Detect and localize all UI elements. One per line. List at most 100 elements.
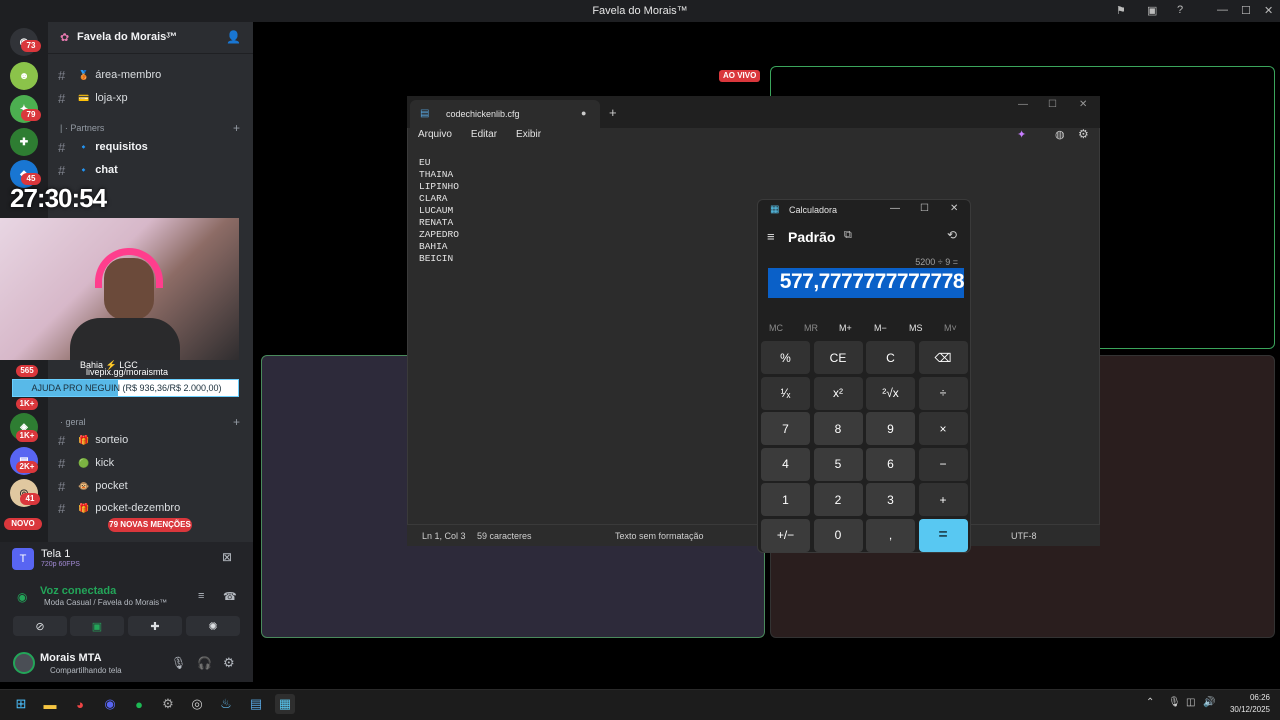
mc-button[interactable]: MC (769, 323, 783, 333)
maximize-icon[interactable]: ☐ (1241, 4, 1251, 17)
taskbar-date[interactable]: 30/12/2025 (1216, 705, 1270, 714)
key-five-button[interactable]: 5 (813, 447, 863, 481)
inbox-icon[interactable]: ⚑ (1116, 4, 1126, 17)
category-partners[interactable]: | · Partners (60, 123, 104, 133)
key-one-button[interactable]: 1 (761, 483, 810, 516)
calc-result[interactable]: 577,7777777777778 (768, 270, 965, 294)
key-eight-button[interactable]: 8 (813, 412, 863, 445)
channel-item[interactable]: # 🎁 sorteio (58, 430, 128, 450)
key-square-button[interactable]: x² (813, 376, 863, 410)
key-zero-button[interactable]: 0 (813, 518, 863, 552)
m-plus-button[interactable]: M+ (839, 323, 852, 333)
channel-item[interactable]: # 🥉 área-membro (58, 65, 161, 85)
key-nine-button[interactable]: 9 (866, 412, 915, 445)
hamburger-menu-icon[interactable]: ≡ (767, 229, 775, 244)
minimize-icon[interactable]: — (1018, 99, 1028, 110)
taskbar-time[interactable]: 06:26 (1236, 693, 1270, 702)
stop-stream-icon[interactable]: ⊠ (222, 550, 232, 564)
key-equals-button[interactable]: = (918, 518, 968, 552)
category-geral[interactable]: · geral (60, 417, 86, 427)
key-ce-button[interactable]: CE (813, 341, 863, 374)
channel-item[interactable]: # 🔹 requisitos (58, 137, 148, 157)
close-icon[interactable]: ✕ (950, 203, 958, 214)
file-explorer-icon[interactable]: ▬ (40, 694, 60, 714)
maximize-icon[interactable]: ☐ (920, 203, 929, 214)
add-friend-icon[interactable]: 👤 (226, 30, 241, 44)
key-backspace-button[interactable]: ⌫ (918, 341, 968, 374)
channel-item[interactable]: # 🐵 pocket (58, 476, 128, 496)
activities-button[interactable]: ✚ (128, 616, 182, 636)
close-icon[interactable]: ✕ (1264, 4, 1273, 17)
menu-arquivo[interactable]: Arquivo (418, 129, 452, 140)
maximize-icon[interactable]: ☐ (1048, 99, 1057, 110)
menu-editar[interactable]: Editar (471, 129, 497, 140)
server-header[interactable]: ✿ Favela do Morais™ ⌄ 👤 (48, 22, 253, 54)
key-two-button[interactable]: 2 (813, 483, 863, 516)
settings-gear-icon[interactable]: ⚙ (223, 655, 235, 671)
calculator-task-icon[interactable]: ▦ (275, 694, 295, 714)
notepad-task-icon[interactable]: ▤ (246, 694, 266, 714)
notepad-text-area[interactable]: EU THAINA LIPINHO CLARA LUCAUM RENATA ZA… (419, 157, 459, 265)
key-multiply-button[interactable]: × (918, 412, 968, 445)
start-icon[interactable]: ⊞ (11, 694, 31, 714)
mr-button[interactable]: MR (804, 323, 818, 333)
key-reciprocal-button[interactable]: ¹⁄ₓ (761, 376, 810, 410)
avatar[interactable] (13, 652, 35, 674)
spotify-icon[interactable]: ● (129, 694, 149, 714)
key-plus-button[interactable]: + (918, 483, 968, 516)
channel-item[interactable]: # 💳 loja-xp (58, 88, 128, 108)
key-divide-button[interactable]: ÷ (918, 376, 968, 410)
effects-button[interactable]: ✺ (186, 616, 240, 636)
camera-off-button[interactable]: ⊘ (13, 616, 67, 636)
channel-item[interactable]: # 🔹 chat (58, 160, 118, 180)
screen-share-button[interactable]: ▣ (70, 616, 124, 636)
account-icon[interactable]: ◍ (1055, 128, 1065, 141)
notepad-tab[interactable]: ▤ codechickenlib.cfg ● (410, 100, 600, 128)
ms-button[interactable]: MS (909, 323, 923, 333)
mic-tray-icon[interactable]: 🎙 (1168, 697, 1181, 708)
add-channel-icon[interactable]: + (233, 415, 240, 429)
key-sqrt-button[interactable]: ²√x (866, 376, 915, 410)
server-icon[interactable]: ✚ (10, 128, 38, 156)
key-seven-button[interactable]: 7 (761, 412, 810, 445)
key-percent-button[interactable]: % (761, 341, 810, 374)
key-clear-button[interactable]: C (866, 341, 915, 374)
help-icon[interactable]: ? (1177, 4, 1183, 16)
minimize-icon[interactable]: — (890, 203, 900, 214)
channel-item[interactable]: # 🟢 kick (58, 453, 114, 473)
microphone-icon[interactable]: 🎙 (171, 656, 186, 670)
volume-icon[interactable]: 🔊 (1203, 697, 1215, 708)
network-icon[interactable]: ◫ (1186, 697, 1195, 708)
obs-icon[interactable]: ◎ (187, 694, 207, 714)
history-icon[interactable]: ⟲ (947, 228, 957, 242)
screen-icon[interactable]: ▣ (1147, 4, 1157, 17)
key-four-button[interactable]: 4 (761, 447, 810, 481)
key-negate-button[interactable]: +/− (761, 518, 810, 552)
add-channel-icon[interactable]: + (233, 121, 240, 135)
mentions-badge[interactable]: 79 NOVAS MENÇÕES (108, 518, 192, 532)
key-six-button[interactable]: 6 (866, 447, 915, 481)
server-icon[interactable]: ☻ (10, 62, 38, 90)
novo-badge[interactable]: NOVO (4, 518, 42, 530)
key-three-button[interactable]: 3 (866, 483, 915, 516)
new-tab-icon[interactable]: + (609, 105, 617, 120)
settings-gear-icon[interactable]: ⚙ (1078, 127, 1089, 141)
disconnect-icon[interactable]: ☎ (223, 590, 237, 603)
soundboard-icon[interactable]: ≡ (198, 590, 204, 602)
settings-app-icon[interactable]: ⚙ (158, 694, 178, 714)
key-minus-button[interactable]: − (918, 447, 968, 481)
m-minus-button[interactable]: M− (874, 323, 887, 333)
key-decimal-button[interactable]: , (866, 518, 915, 552)
discord-icon[interactable]: ◉ (100, 694, 120, 714)
copilot-icon[interactable]: ✦ (1017, 128, 1026, 141)
keep-on-top-icon[interactable]: ⧉ (844, 229, 852, 242)
headphones-icon[interactable]: 🎧 (197, 656, 212, 670)
minimize-icon[interactable]: — (1217, 4, 1228, 16)
menu-exibir[interactable]: Exibir (516, 129, 541, 140)
channel-item[interactable]: # 🎁 pocket-dezembro (58, 498, 180, 518)
unsaved-dot-icon[interactable]: ● (581, 108, 586, 118)
steam-icon[interactable]: ♨ (216, 694, 236, 714)
chrome-icon[interactable]: ◕ (70, 694, 90, 714)
tray-chevron-icon[interactable]: ⌃ (1146, 697, 1154, 708)
memory-list-button[interactable]: M˅ (944, 323, 957, 333)
